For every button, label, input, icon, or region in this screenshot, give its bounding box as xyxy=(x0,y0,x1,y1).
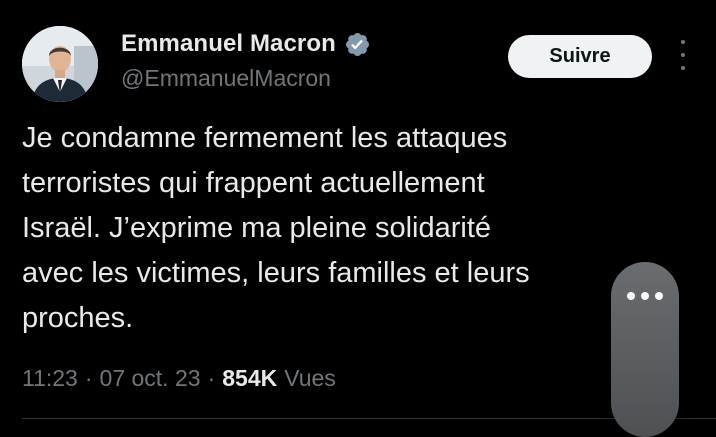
tweet-date[interactable]: 07 oct. 23 xyxy=(100,365,201,392)
verified-badge-icon xyxy=(344,31,371,58)
fab-dot xyxy=(627,292,635,300)
avatar[interactable] xyxy=(22,26,98,102)
tweet-text-line: Israël. J’exprime ma pleine solidarité xyxy=(22,212,492,244)
author-name[interactable]: Emmanuel Macron xyxy=(121,30,336,58)
more-dot xyxy=(681,40,685,44)
tweet-card: Emmanuel Macron @EmmanuelMacron Suivre J… xyxy=(0,0,716,437)
more-dot xyxy=(681,53,685,57)
views-label: Vues xyxy=(284,365,336,391)
tweet-text: Je condamne fermement les attaques terro… xyxy=(22,116,632,341)
fab-dot xyxy=(641,292,649,300)
tweet-meta: 11:23 · 07 oct. 23 · 854K Vues xyxy=(22,365,336,392)
more-horizontal-icon xyxy=(627,292,663,300)
tweet-text-line: proches. xyxy=(22,302,134,334)
follow-button[interactable]: Suivre xyxy=(508,35,652,78)
author-name-row: Emmanuel Macron xyxy=(121,30,371,58)
fab-dot xyxy=(655,292,663,300)
avatar-portrait-image xyxy=(22,26,98,102)
author-handle[interactable]: @EmmanuelMacron xyxy=(121,65,331,92)
views-count: 854K xyxy=(222,365,278,391)
more-vertical-icon[interactable] xyxy=(676,40,690,70)
more-dot xyxy=(681,66,685,70)
meta-separator: · xyxy=(84,365,93,391)
tweet-time[interactable]: 11:23 xyxy=(22,365,78,392)
overflow-menu-button[interactable] xyxy=(611,262,679,437)
tweet-text-line: avec les victimes, leurs familles et leu… xyxy=(22,257,530,289)
tweet-text-line: terroristes qui frappent actuellement xyxy=(22,167,485,199)
divider xyxy=(22,418,716,419)
tweet-text-line: Je condamne fermement les attaques xyxy=(22,122,508,154)
meta-separator: · xyxy=(207,365,216,391)
